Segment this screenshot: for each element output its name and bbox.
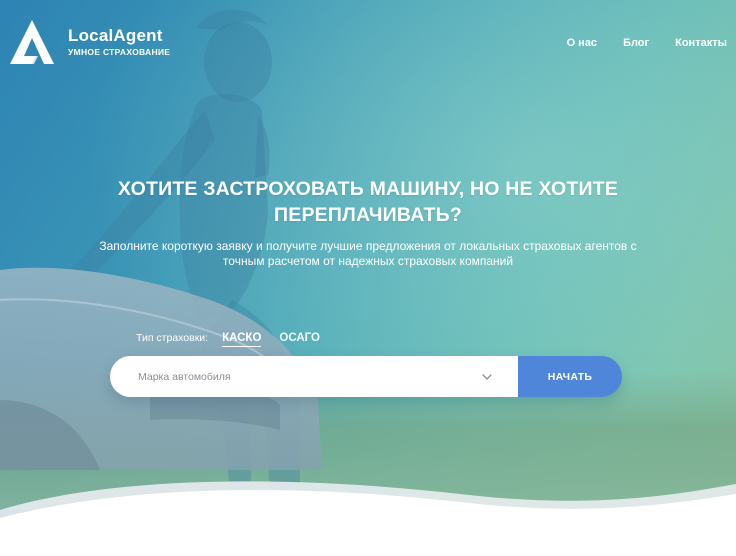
brand-name: LocalAgent <box>68 26 163 45</box>
insurance-type-label: Тип страховки: <box>136 332 209 344</box>
insurance-type-kasko-tab[interactable]: КАСКО <box>222 332 262 347</box>
car-brand-select[interactable]: Марка автомобиля <box>110 356 518 397</box>
insurance-type-osago-tab[interactable]: ОСАГО <box>279 332 320 346</box>
bottom-wave <box>0 481 736 556</box>
insurance-type-selector: Тип страховки: КАСКО ОСАГО <box>136 332 338 347</box>
brand-text: LocalAgent УМНОЕ СТРАХОВАНИЕ <box>68 26 170 58</box>
car-brand-placeholder: Марка автомобиля <box>138 370 231 383</box>
car-search-form: Марка автомобиля НАЧАТЬ <box>110 356 622 397</box>
nav-blog-link[interactable]: Блог <box>623 37 649 49</box>
nav-contacts-link[interactable]: Контакты <box>675 37 727 49</box>
nav-about-link[interactable]: О нас <box>567 37 598 49</box>
hero-subtitle-line-1: Заполните короткую заявку и получите луч… <box>99 239 637 253</box>
brand-logo[interactable]: LocalAgent УМНОЕ СТРАХОВАНИЕ <box>10 18 170 66</box>
main-nav: О нас Блог Контакты <box>567 37 727 49</box>
hero-headline: ХОТИТЕ ЗАСТРОХОВАТЬ МАШИНУ, НО НЕ ХОТИТЕ… <box>68 176 668 228</box>
hero-subtitle-line-2: точным расчетом от надежных страховых ко… <box>222 254 514 268</box>
hero-section: LocalAgent УМНОЕ СТРАХОВАНИЕ О нас Блог … <box>0 0 736 556</box>
hero-headline-line-1: ХОТИТЕ ЗАСТРОХОВАТЬ МАШИНУ, НО НЕ ХОТИТЕ <box>117 178 619 200</box>
chevron-down-icon <box>482 373 492 380</box>
start-button[interactable]: НАЧАТЬ <box>518 356 622 397</box>
hero-subtitle: Заполните короткую заявку и получите луч… <box>98 239 638 269</box>
brand-tagline: УМНОЕ СТРАХОВАНИЕ <box>68 47 171 57</box>
hero-headline-line-2: ПЕРЕПЛАЧИВАТЬ? <box>274 204 462 226</box>
letter-a-triangle-logo-icon <box>10 20 54 64</box>
